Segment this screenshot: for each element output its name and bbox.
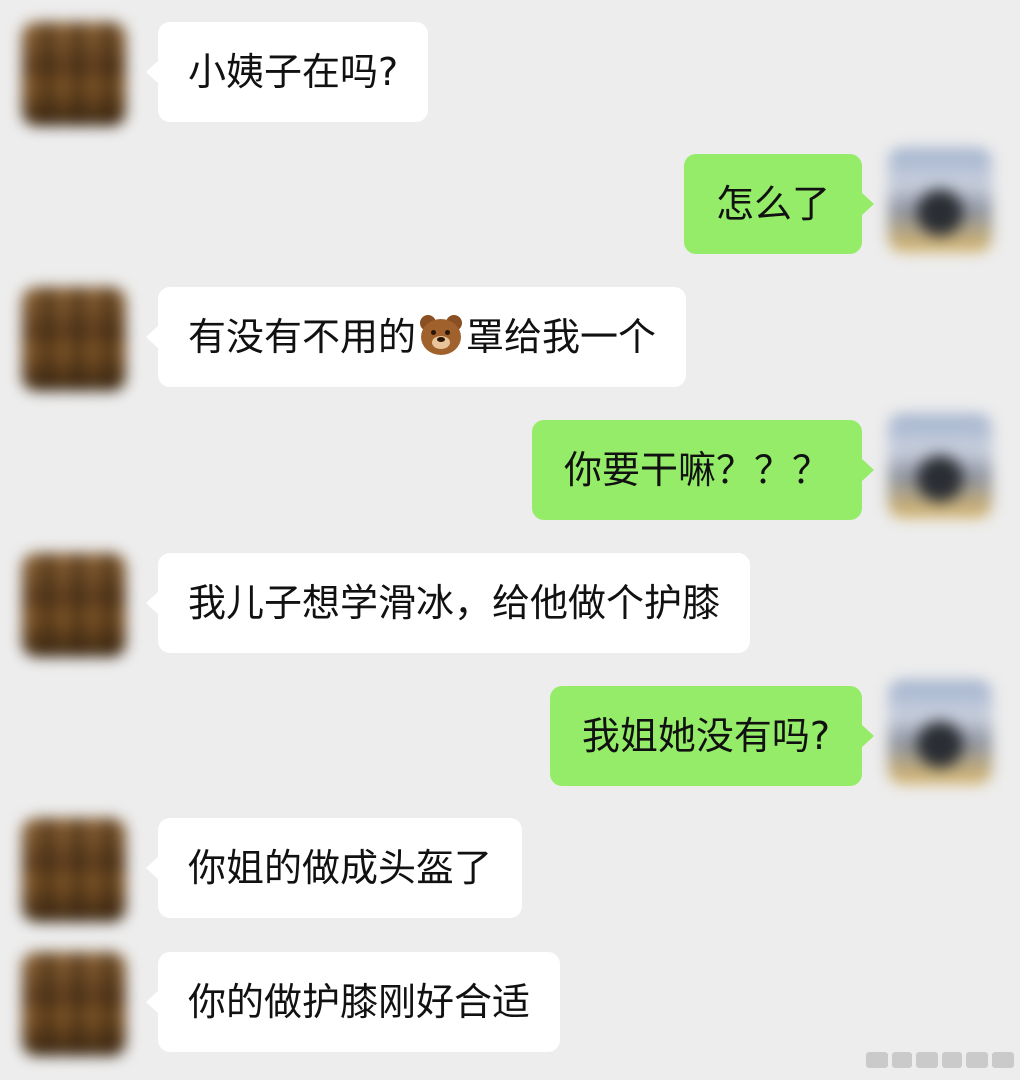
message-bubble[interactable]: 小姨子在吗? [145, 22, 429, 122]
message-bubble[interactable]: 你姐的做成头盔了 [145, 818, 523, 918]
message-bubble[interactable]: 怎么了 [683, 154, 875, 254]
message-text: 罩给我一个 [466, 315, 657, 359]
contact-avatar[interactable] [22, 553, 126, 657]
contact-avatar[interactable] [22, 818, 126, 922]
message-text: 我姐她没有吗? [581, 714, 830, 758]
message-text: 我儿子想学滑冰，给他做个护膝 [188, 581, 721, 625]
message-bubble[interactable]: 你要干嘛？？？ [531, 420, 875, 520]
bear-face-icon [418, 314, 464, 357]
message-bubble[interactable]: 有没有不用的 罩给我一个 [145, 287, 687, 387]
message-text: 有没有不用的 [188, 315, 417, 359]
contact-avatar[interactable] [22, 287, 126, 391]
my-avatar[interactable] [888, 148, 992, 252]
message-text: 小姨子在吗? [188, 50, 399, 94]
watermark [866, 1050, 1016, 1070]
message-bubble[interactable]: 我姐她没有吗? [549, 686, 875, 786]
message-text: 你姐的做成头盔了 [188, 846, 493, 890]
message-text: 怎么了 [715, 182, 830, 226]
my-avatar[interactable] [888, 414, 992, 518]
message-text: 你的做护膝刚好合适 [188, 980, 531, 1024]
contact-avatar[interactable] [22, 952, 126, 1056]
my-avatar[interactable] [888, 680, 992, 784]
chat-area: 小姨子在吗? 怎么了 有没有不用的 罩给我一个 你要干嘛？？？ 我儿子想学滑冰，… [0, 0, 1020, 1080]
message-text: 你要干嘛？？？ [563, 448, 830, 492]
message-bubble[interactable]: 你的做护膝刚好合适 [145, 952, 561, 1052]
message-bubble[interactable]: 我儿子想学滑冰，给他做个护膝 [145, 553, 751, 653]
contact-avatar[interactable] [22, 22, 126, 126]
